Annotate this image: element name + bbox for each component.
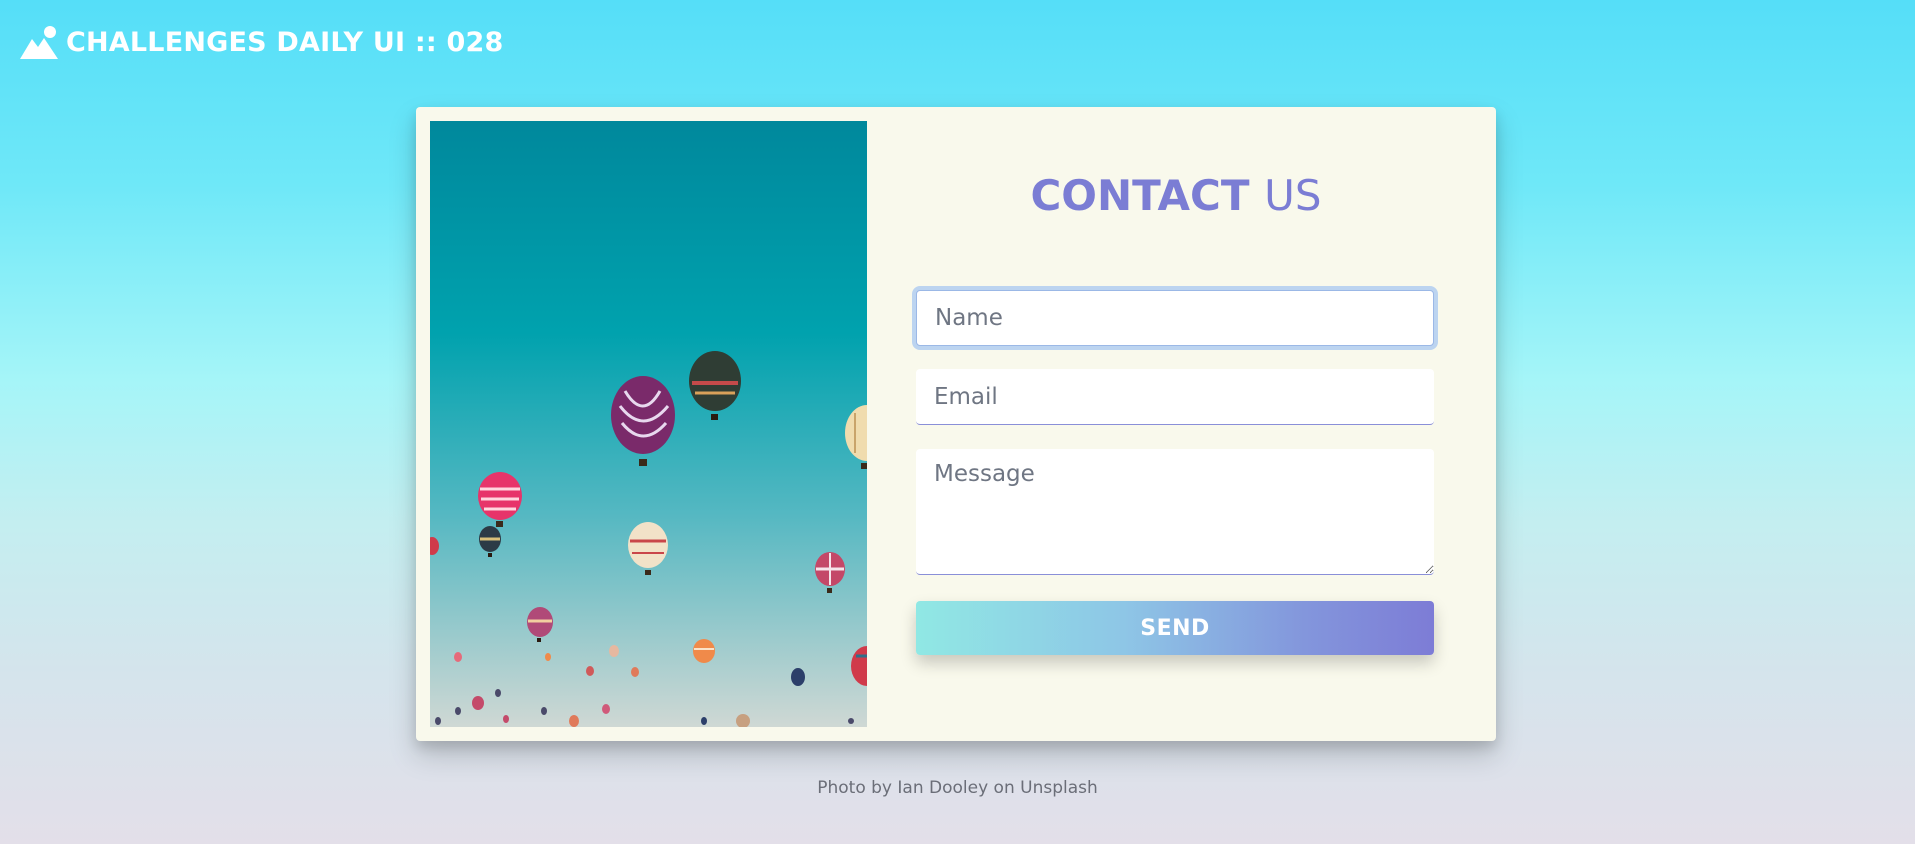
credit-photographer-link[interactable]: Ian Dooley (897, 778, 988, 798)
credit-source-link[interactable]: Unsplash (1020, 778, 1098, 798)
email-field[interactable] (916, 369, 1434, 425)
page-title: CHALLENGES DAILY UI :: 028 (66, 26, 504, 58)
credit-middle: on (988, 778, 1021, 798)
balloons-photo (430, 121, 867, 727)
contact-form: CONTACT US SEND (916, 107, 1436, 741)
mountain-icon (20, 26, 58, 59)
site-header: CHALLENGES DAILY UI :: 028 (20, 22, 503, 62)
message-field[interactable] (916, 449, 1434, 575)
contact-card: CONTACT US SEND (416, 107, 1496, 741)
contact-heading: CONTACT US (916, 169, 1436, 223)
name-field[interactable] (916, 290, 1434, 346)
heading-light: US (1264, 171, 1322, 220)
credit-prefix: Photo by (817, 778, 898, 798)
heading-bold: CONTACT (1030, 171, 1250, 220)
send-button[interactable]: SEND (916, 601, 1434, 655)
photo-credit: Photo by Ian Dooley on Unsplash (0, 778, 1915, 798)
